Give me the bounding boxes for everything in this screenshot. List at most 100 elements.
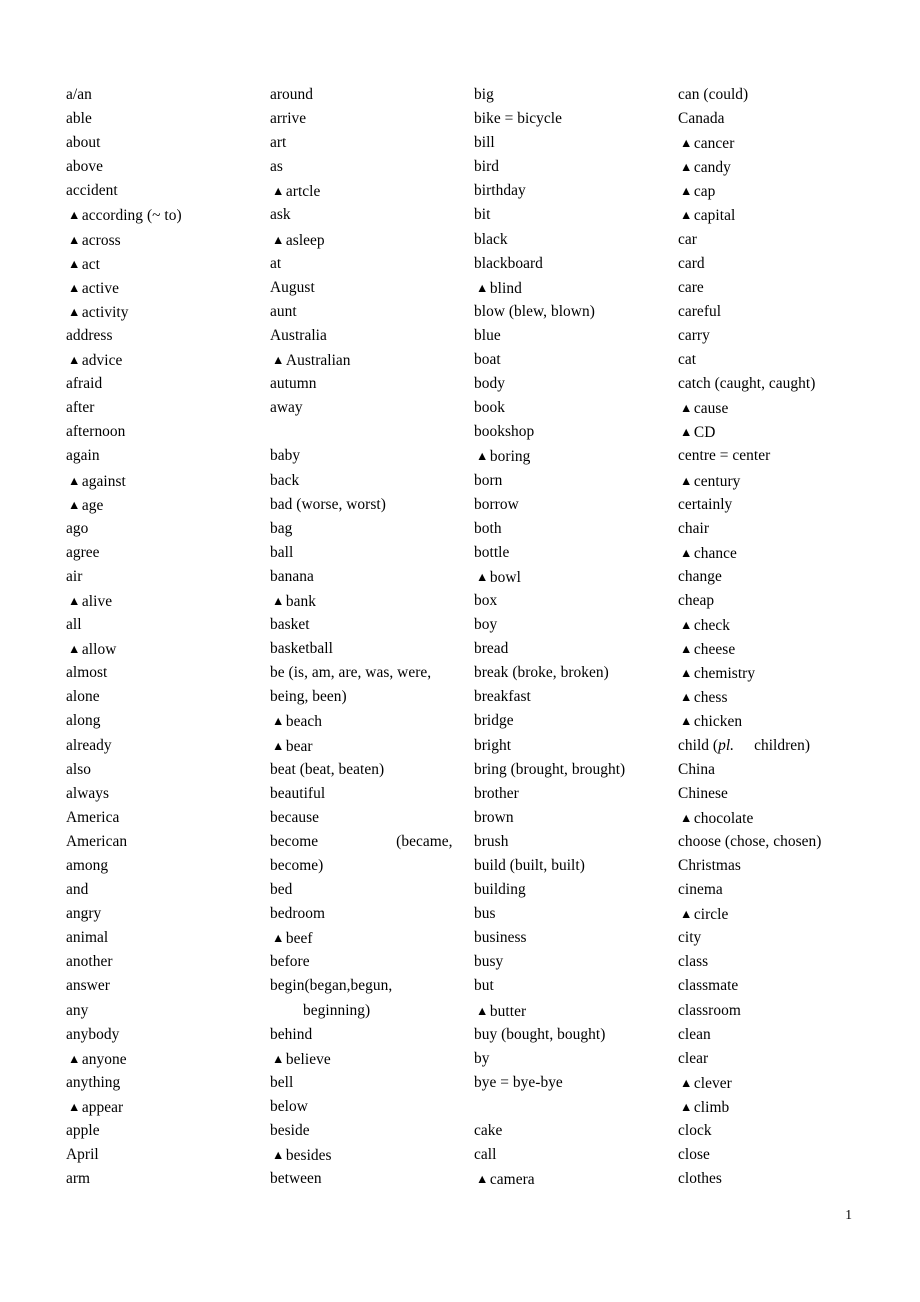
triangle-marker-icon: ▲ [272, 1148, 285, 1163]
word-entry: become) [270, 854, 474, 878]
word-text: blackboard [474, 254, 543, 272]
word-entry: cheap [678, 589, 882, 613]
word-text: break (broke, broken) [474, 664, 609, 682]
word-entry: anything [66, 1071, 270, 1095]
word-entry: angry [66, 902, 270, 926]
word-entry: ▲butter [474, 999, 678, 1023]
word-text: ago [66, 519, 89, 537]
word-entry: America [66, 806, 270, 830]
triangle-marker-icon: ▲ [680, 690, 693, 705]
word-entry: bottle [474, 541, 678, 565]
word-entry: any [66, 999, 270, 1023]
word-entry: ▲besides [270, 1143, 474, 1167]
word-text: ball [270, 543, 294, 561]
triangle-marker-icon: ▲ [272, 353, 285, 368]
triangle-marker-icon: ▲ [680, 714, 693, 729]
word-text: bill [474, 134, 495, 152]
word-entry: bedroom [270, 902, 474, 926]
word-entry: able [66, 107, 270, 131]
triangle-marker-icon: ▲ [680, 473, 693, 488]
word-text: become [270, 832, 319, 850]
word-entry: bye = bye-bye [474, 1071, 678, 1095]
word-text: bookshop [474, 423, 535, 441]
word-text: clever [693, 1074, 732, 1092]
word-text: cancer [693, 135, 735, 153]
word-entry: Chinese [678, 782, 882, 806]
word-text: born [474, 471, 503, 489]
word-entry: brown [474, 806, 678, 830]
word-entry: child (pl. children) [678, 734, 882, 758]
triangle-marker-icon: ▲ [680, 425, 693, 440]
word-text: black [474, 230, 508, 248]
word-text: against [81, 472, 126, 490]
word-entry: ▲century [678, 469, 882, 493]
word-entry: bridge [474, 709, 678, 733]
word-text: chair [678, 519, 710, 537]
word-text: bear [285, 737, 313, 755]
word-entry: a/an [66, 83, 270, 107]
word-text: brown [474, 808, 514, 826]
triangle-marker-icon: ▲ [272, 593, 285, 608]
word-text: all [66, 616, 82, 634]
word-entry: be (is, am, are, was, were, [270, 661, 474, 685]
word-entry: ▲CD [678, 420, 882, 444]
word-column-2: around arrive art as ▲artcle ask ▲asleep at Augu… [270, 83, 474, 1191]
word-entry: ▲boring [474, 444, 678, 468]
word-text: business [474, 929, 527, 947]
word-text: capital [693, 207, 736, 225]
word-text: build (built, built) [474, 857, 585, 874]
word-entry: ▲climb [678, 1095, 882, 1119]
word-entry: build (built, built) [474, 854, 678, 878]
word-entry: baby [270, 444, 474, 468]
word-text: Australian [285, 352, 351, 370]
word-entry: brother [474, 782, 678, 806]
word-entry: ball [270, 541, 474, 565]
word-entry: accident [66, 179, 270, 203]
word-text: almost [66, 664, 108, 682]
word-text: along [66, 712, 101, 730]
word-entry: ▲bowl [474, 565, 678, 589]
word-text: big [474, 86, 494, 103]
word-entry: bright [474, 734, 678, 758]
word-text: believe [285, 1050, 331, 1068]
word-entry: clean [678, 1023, 882, 1047]
word-text: classroom [678, 1001, 741, 1019]
word-column-1: a/an able about above accident ▲according (~ … [66, 83, 270, 1191]
word-text: before [270, 953, 310, 971]
word-entry: city [678, 926, 882, 950]
word-text: century [693, 472, 741, 490]
word-text: aunt [270, 302, 297, 320]
word-text: another [66, 953, 113, 971]
word-entry: animal [66, 926, 270, 950]
word-entry: ▲clever [678, 1071, 882, 1095]
page-number: 1 [845, 1207, 852, 1222]
word-text: bye = bye-bye [474, 1073, 563, 1091]
word-entry: arrive [270, 107, 474, 131]
word-text: about [66, 134, 101, 152]
word-text: CD [693, 424, 716, 442]
word-text: bell [270, 1073, 294, 1091]
word-text: choose (chose, chosen) [678, 832, 822, 850]
word-text: beside [270, 1122, 310, 1140]
word-entry: ▲advice [66, 348, 270, 372]
word-text: boat [474, 351, 501, 369]
word-text: bad (worse, worst) [270, 495, 386, 513]
word-entry: box [474, 589, 678, 613]
word-text: both [474, 519, 502, 537]
word-entry: buy (bought, bought) [474, 1023, 678, 1047]
word-text: baby [270, 447, 301, 465]
word-entry: business [474, 926, 678, 950]
word-text: bridge [474, 712, 514, 730]
word-text: agree [66, 543, 100, 561]
word-entry: building [474, 878, 678, 902]
word-entry: breakfast [474, 685, 678, 709]
triangle-marker-icon: ▲ [680, 545, 693, 560]
triangle-marker-icon: ▲ [680, 1075, 693, 1090]
word-column-3: big bike = bicycle bill bird birthday bit blac… [474, 83, 678, 1191]
word-text: bright [474, 736, 512, 754]
word-text: active [81, 279, 119, 297]
word-entry: birthday [474, 179, 678, 203]
word-text: building [474, 881, 526, 899]
word-entry: close [678, 1143, 882, 1167]
word-entry: clock [678, 1119, 882, 1143]
